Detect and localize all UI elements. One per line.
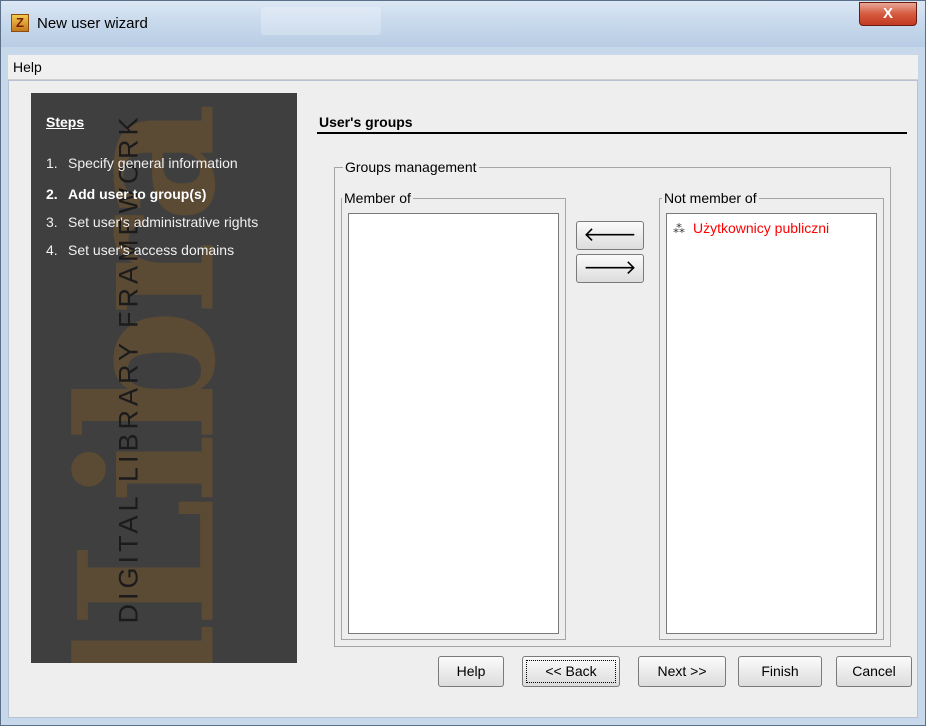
back-button[interactable]: << Back <box>522 656 620 687</box>
move-to-not-member-button[interactable]: 🡒 <box>576 254 644 283</box>
member-of-panel: Member of <box>341 190 566 640</box>
arrow-left-icon: 🡐 <box>583 224 637 246</box>
title-bar[interactable]: Z New user wizard X <box>1 1 925 47</box>
wizard-window: Z New user wizard X Help dLibra DIGITAL … <box>0 0 926 726</box>
not-member-of-panel: Not member of ⁂ Użytkownicy publiczni <box>659 190 884 640</box>
background-tab-ghost <box>261 7 381 35</box>
step-4: 4. Set user's access domains <box>46 242 235 258</box>
arrow-right-icon: 🡒 <box>583 257 637 279</box>
step-1: 1. Specify general information <box>46 155 238 171</box>
groups-management-panel: Groups management Member of 🡐 🡒 Not memb… <box>334 159 891 647</box>
step-2-active: 2. Add user to group(s) <box>46 186 207 202</box>
app-logo-icon: Z <box>11 14 29 32</box>
menu-help[interactable]: Help <box>13 59 42 75</box>
member-of-list[interactable] <box>348 213 559 634</box>
steps-title: Steps <box>46 114 85 130</box>
cancel-button[interactable]: Cancel <box>836 656 912 687</box>
groups-management-legend: Groups management <box>343 159 479 175</box>
group-icon: ⁂ <box>673 222 685 236</box>
next-button[interactable]: Next >> <box>638 656 726 687</box>
list-item[interactable]: ⁂ Użytkownicy publiczni <box>673 220 829 236</box>
section-divider <box>317 132 907 134</box>
list-item-label: Użytkownicy publiczni <box>693 220 830 236</box>
menu-bar: Help <box>8 55 918 80</box>
finish-button[interactable]: Finish <box>738 656 822 687</box>
close-button[interactable]: X <box>859 2 917 26</box>
step-3: 3. Set user's administrative rights <box>46 214 259 230</box>
steps-sidebar: dLibra DIGITAL LIBRARY FRAMEWORK Steps 1… <box>31 93 297 663</box>
window-title: New user wizard <box>37 15 148 32</box>
not-member-of-legend: Not member of <box>662 190 759 206</box>
section-title: User's groups <box>319 114 413 130</box>
move-to-member-button[interactable]: 🡐 <box>576 221 644 250</box>
member-of-legend: Member of <box>342 190 413 206</box>
wizard-content: dLibra DIGITAL LIBRARY FRAMEWORK Steps 1… <box>8 80 918 718</box>
help-button[interactable]: Help <box>438 656 504 687</box>
not-member-of-list[interactable]: ⁂ Użytkownicy publiczni <box>666 213 877 634</box>
